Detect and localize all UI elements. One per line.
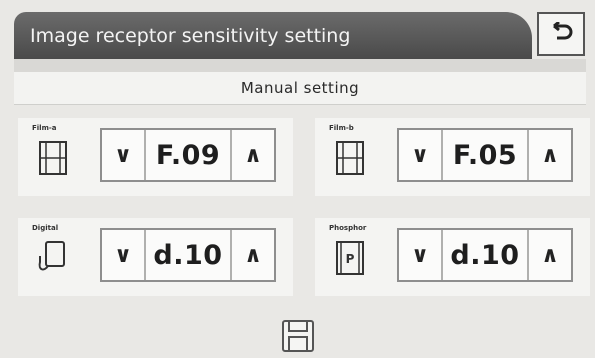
sensitivity-value: d.10 (144, 230, 232, 280)
decrease-button[interactable]: ∨ (399, 130, 441, 180)
svg-text:P: P (346, 252, 355, 266)
receptor-label: Film-b (329, 124, 354, 132)
increase-button[interactable]: ∧ (232, 230, 274, 280)
receptor-panel-film-b: Film-b ∨ F.05 ∧ (315, 118, 590, 196)
film-icon (39, 141, 67, 175)
decrease-button[interactable]: ∨ (102, 130, 144, 180)
title-bar: Image receptor sensitivity setting (14, 12, 532, 59)
save-button[interactable] (280, 318, 316, 354)
mode-bar: Manual setting (14, 72, 586, 105)
mode-label: Manual setting (240, 79, 360, 97)
decrease-button[interactable]: ∨ (102, 230, 144, 280)
film-icon (336, 141, 364, 175)
receptor-label: Film-a (32, 124, 57, 132)
digital-sensor-icon (38, 241, 65, 271)
receptor-icon-area: Phosphor P (321, 224, 395, 292)
phosphor-plate-icon: P (336, 241, 364, 275)
receptor-panel-phosphor: Phosphor P ∨ d.10 ∧ (315, 218, 590, 296)
back-arrow-icon (553, 22, 573, 40)
back-button[interactable] (537, 12, 585, 56)
header-divider (14, 59, 586, 72)
sensitivity-value: d.10 (441, 230, 529, 280)
receptor-panel-digital: Digital ∨ d.10 ∧ (18, 218, 293, 296)
receptor-icon-area: Film-a (24, 124, 98, 192)
increase-button[interactable]: ∧ (529, 230, 571, 280)
sensitivity-control: ∨ F.09 ∧ (100, 128, 276, 182)
increase-button[interactable]: ∧ (529, 130, 571, 180)
sensitivity-value: F.09 (144, 130, 232, 180)
receptor-icon-area: Film-b (321, 124, 395, 192)
sensitivity-control: ∨ d.10 ∧ (100, 228, 276, 282)
decrease-button[interactable]: ∨ (399, 230, 441, 280)
sensitivity-control: ∨ F.05 ∧ (397, 128, 573, 182)
receptor-panel-film-a: Film-a ∨ F.09 ∧ (18, 118, 293, 196)
sensitivity-control: ∨ d.10 ∧ (397, 228, 573, 282)
save-icon (282, 320, 314, 352)
increase-button[interactable]: ∧ (232, 130, 274, 180)
receptor-label: Phosphor (329, 224, 367, 232)
sensitivity-value: F.05 (441, 130, 529, 180)
page-title: Image receptor sensitivity setting (30, 24, 351, 47)
receptor-label: Digital (32, 224, 59, 232)
receptor-icon-area: Digital (24, 224, 98, 292)
